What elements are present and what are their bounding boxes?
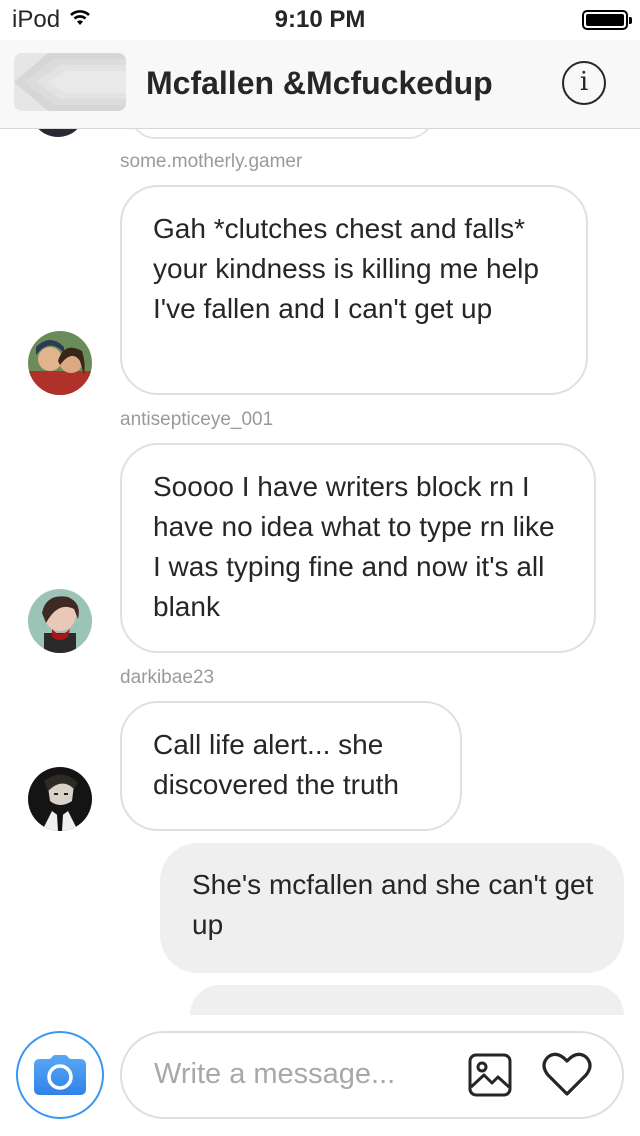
info-icon[interactable]: i: [562, 61, 606, 105]
avatar: [32, 129, 84, 137]
message-list[interactable]: some.motherly.gamer Gah *clutches chest …: [0, 129, 640, 1015]
message-composer: Write a message...: [0, 1015, 640, 1136]
chat-header: Mcfallen &Mcfuckedup i: [0, 40, 640, 129]
message-bubble-outgoing: She's mcfallen and she can't get up: [160, 843, 624, 973]
camera-button[interactable]: [16, 1031, 104, 1119]
message-username: darkibae23: [120, 667, 215, 688]
avatar[interactable]: [28, 589, 92, 653]
status-time: 9:10 PM: [274, 6, 366, 33]
back-button[interactable]: [14, 53, 126, 111]
message-username: antisepticeye_001: [120, 409, 274, 430]
gallery-icon[interactable]: [468, 1053, 512, 1097]
back-arrow-icon: [14, 53, 126, 111]
avatar[interactable]: [28, 767, 92, 831]
heart-icon[interactable]: [542, 1051, 592, 1097]
message-bubble: [130, 129, 434, 139]
status-bar: iPod 9:10 PM: [0, 0, 640, 40]
message-bubble: Gah *clutches chest and falls* your kind…: [120, 185, 588, 395]
message-input-placeholder: Write a message...: [154, 1058, 396, 1090]
avatar[interactable]: [28, 331, 92, 395]
message-username: some.motherly.gamer: [120, 151, 303, 172]
camera-icon: [34, 1055, 86, 1095]
battery-icon: [582, 10, 632, 30]
message-bubble: Soooo I have writers block rn I have no …: [120, 443, 596, 653]
message-input[interactable]: Write a message...: [120, 1031, 624, 1119]
conversation-title: Mcfallen &Mcfuckedup: [146, 65, 493, 101]
message-bubble-outgoing: [190, 985, 624, 1015]
message-bubble: Call life alert... she discovered the tr…: [120, 701, 462, 831]
